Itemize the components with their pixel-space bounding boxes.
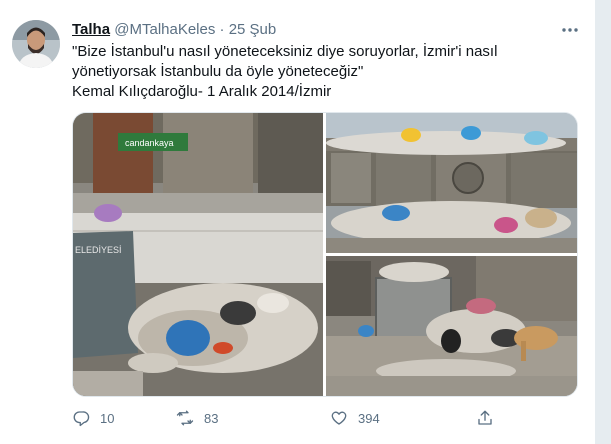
author-name[interactable]: Talha	[72, 21, 110, 38]
tweet-text-line: Kemal Kılıçdaroğlu- 1 Aralık 2014/İzmir	[72, 83, 332, 100]
reply-count: 10	[100, 410, 115, 426]
share-button[interactable]	[476, 406, 504, 430]
share-icon	[478, 410, 492, 425]
author-handle[interactable]: @MTalhaKeles	[114, 21, 215, 38]
separator-dot: ·	[219, 21, 225, 38]
tweet-media-grid: candankaya ELEDİYESİ	[72, 112, 578, 397]
photo-container-dogs[interactable]	[326, 256, 577, 396]
like-button[interactable]: 394	[330, 406, 380, 430]
tweet-card[interactable]: Talha @MTalhaKeles · 25 Şub "Bize İstanb…	[0, 0, 596, 444]
reply-button[interactable]: 10	[72, 406, 114, 430]
photo-containers-row[interactable]	[326, 113, 577, 253]
retweet-icon	[176, 410, 194, 426]
tweet-date[interactable]: 25 Şub	[229, 21, 277, 38]
tweet-text-line: yönetiyorsak İstanbulu da öyle yöneteceğ…	[72, 63, 364, 80]
tweet-actions: 10 83 394	[72, 406, 572, 430]
more-icon[interactable]	[558, 20, 582, 40]
avatar[interactable]	[12, 20, 60, 68]
tweet-text-line: "Bize İstanbul'u nasıl yöneteceksiniz di…	[72, 43, 498, 60]
tweet-text: "Bize İstanbul'u nasıl yöneteceksiniz di…	[72, 42, 572, 102]
tweet-header: Talha @MTalhaKeles · 25 Şub	[72, 20, 276, 40]
retweet-count: 83	[204, 410, 219, 426]
svg-text:ELEDİYESİ: ELEDİYESİ	[75, 245, 122, 255]
like-icon	[331, 411, 347, 425]
photo-street-garbage[interactable]: candankaya ELEDİYESİ	[73, 113, 323, 396]
like-count: 394	[358, 410, 380, 426]
reply-icon	[73, 411, 90, 427]
retweet-button[interactable]: 83	[176, 406, 218, 430]
shop-sign: candankaya	[125, 138, 174, 148]
